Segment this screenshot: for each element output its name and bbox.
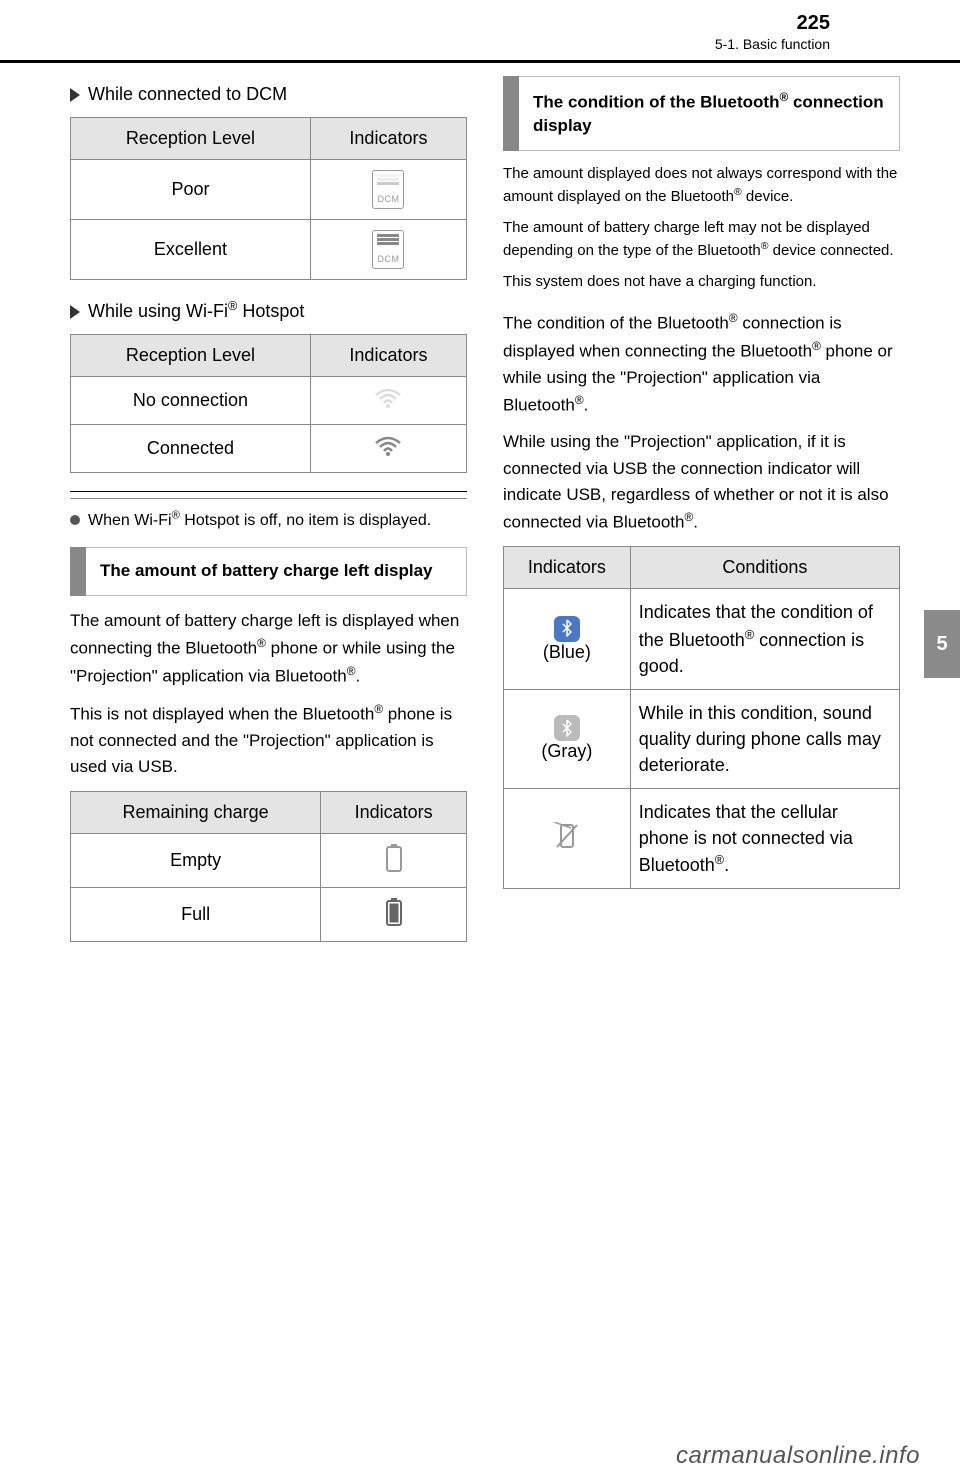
cell-empty-icon [321, 833, 467, 887]
right-column: The condition of the Bluetooth® connecti… [503, 76, 900, 960]
wifi-subhead: While using Wi-Fi® Hotspot [70, 298, 467, 324]
cell-bt-gray-text: While in this condition, sound quality d… [630, 689, 899, 788]
note-text: When Wi-Fi® Hotspot is off, no item is d… [88, 512, 431, 529]
th-reception: Reception Level [71, 335, 311, 377]
dcm-icon-poor: DCM [372, 170, 404, 209]
page-number: 225 [797, 12, 830, 35]
th-charge: Remaining charge [71, 791, 321, 833]
bluetooth-blue-icon [554, 616, 580, 642]
page: 225 5-1. Basic function 5 While connecte… [0, 0, 960, 1484]
cell-noconn-icon [310, 377, 466, 425]
th-indicators: Indicators [310, 335, 466, 377]
cell-bt-blue-text: Indicates that the condition of the Blue… [630, 589, 899, 689]
cell-full-icon [321, 887, 467, 941]
battery-section-box: The amount of battery charge left displa… [70, 547, 467, 596]
cell-bt-blue: (Blue) [504, 589, 631, 689]
bt-small-1: The amount displayed does not always cor… [503, 163, 900, 209]
cell-connected-icon [310, 425, 466, 473]
bt-condition-table: Indicators Conditions (Blue) Indicates t… [503, 546, 900, 889]
cell-empty: Empty [71, 833, 321, 887]
footer-watermark: carmanualsonline.info [676, 1442, 920, 1470]
cell-excellent: Excellent [71, 220, 311, 280]
wifi-off-note: When Wi-Fi® Hotspot is off, no item is d… [70, 507, 467, 532]
left-column: While connected to DCM Reception Level I… [70, 76, 467, 960]
bt-para-1: The condition of the Bluetooth® connecti… [503, 309, 900, 419]
header-rule [0, 60, 960, 63]
cell-bt-off-text: Indicates that the cellular phone is not… [630, 788, 899, 888]
subhead-text: While using Wi-Fi® Hotspot [88, 301, 304, 321]
section-bar [70, 547, 86, 596]
section-breadcrumb: 5-1. Basic function [715, 36, 830, 52]
bt-section-box: The condition of the Bluetooth® connecti… [503, 76, 900, 151]
wifi-table: Reception Level Indicators No connection [70, 334, 467, 473]
dcm-table: Reception Level Indicators Poor DCM Exce… [70, 117, 467, 280]
section-bar [503, 76, 519, 151]
cell-bt-off [504, 788, 631, 888]
cell-poor-icon: DCM [310, 160, 466, 220]
dcm-subhead: While connected to DCM [70, 82, 467, 107]
content-columns: While connected to DCM Reception Level I… [70, 76, 900, 960]
th-indicators: Indicators [310, 118, 466, 160]
cell-poor: Poor [71, 160, 311, 220]
bt-small-3: This system does not have a charging fun… [503, 271, 900, 294]
cell-connected: Connected [71, 425, 311, 473]
battery-full-icon [385, 898, 403, 926]
bt-para-2: While using the "Projection" application… [503, 429, 900, 536]
th-indicators: Indicators [504, 547, 631, 589]
triangle-icon [70, 305, 80, 319]
cell-bt-gray: (Gray) [504, 689, 631, 788]
battery-table: Remaining charge Indicators Empty Full [70, 791, 467, 942]
bullet-icon [70, 515, 80, 525]
cell-noconn: No connection [71, 377, 311, 425]
section-title: The condition of the Bluetooth® connecti… [519, 76, 900, 151]
battery-empty-icon [385, 844, 403, 872]
triangle-icon [70, 88, 80, 102]
bt-gray-label: (Gray) [541, 741, 592, 761]
dcm-label: DCM [377, 254, 399, 264]
wifi-icon-faint [374, 387, 402, 409]
bt-small-2: The amount of battery charge left may no… [503, 217, 900, 263]
cell-excellent-icon: DCM [310, 220, 466, 280]
page-header: 225 5-1. Basic function [70, 0, 900, 56]
cell-full: Full [71, 887, 321, 941]
bt-blue-label: (Blue) [543, 642, 591, 662]
wifi-icon-strong [374, 435, 402, 457]
battery-para-1: The amount of battery charge left is dis… [70, 608, 467, 690]
divider [70, 491, 467, 492]
th-indicators: Indicators [321, 791, 467, 833]
divider [70, 498, 467, 499]
bluetooth-gray-icon [554, 715, 580, 741]
battery-para-2: This is not displayed when the Bluetooth… [70, 700, 467, 781]
dcm-icon-excellent: DCM [372, 230, 404, 269]
section-title: The amount of battery charge left displa… [86, 547, 467, 596]
th-conditions: Conditions [630, 547, 899, 589]
chapter-tab: 5 [924, 610, 960, 678]
subhead-text: While connected to DCM [88, 84, 287, 104]
phone-off-icon [554, 822, 580, 850]
dcm-label: DCM [377, 194, 399, 204]
th-reception: Reception Level [71, 118, 311, 160]
